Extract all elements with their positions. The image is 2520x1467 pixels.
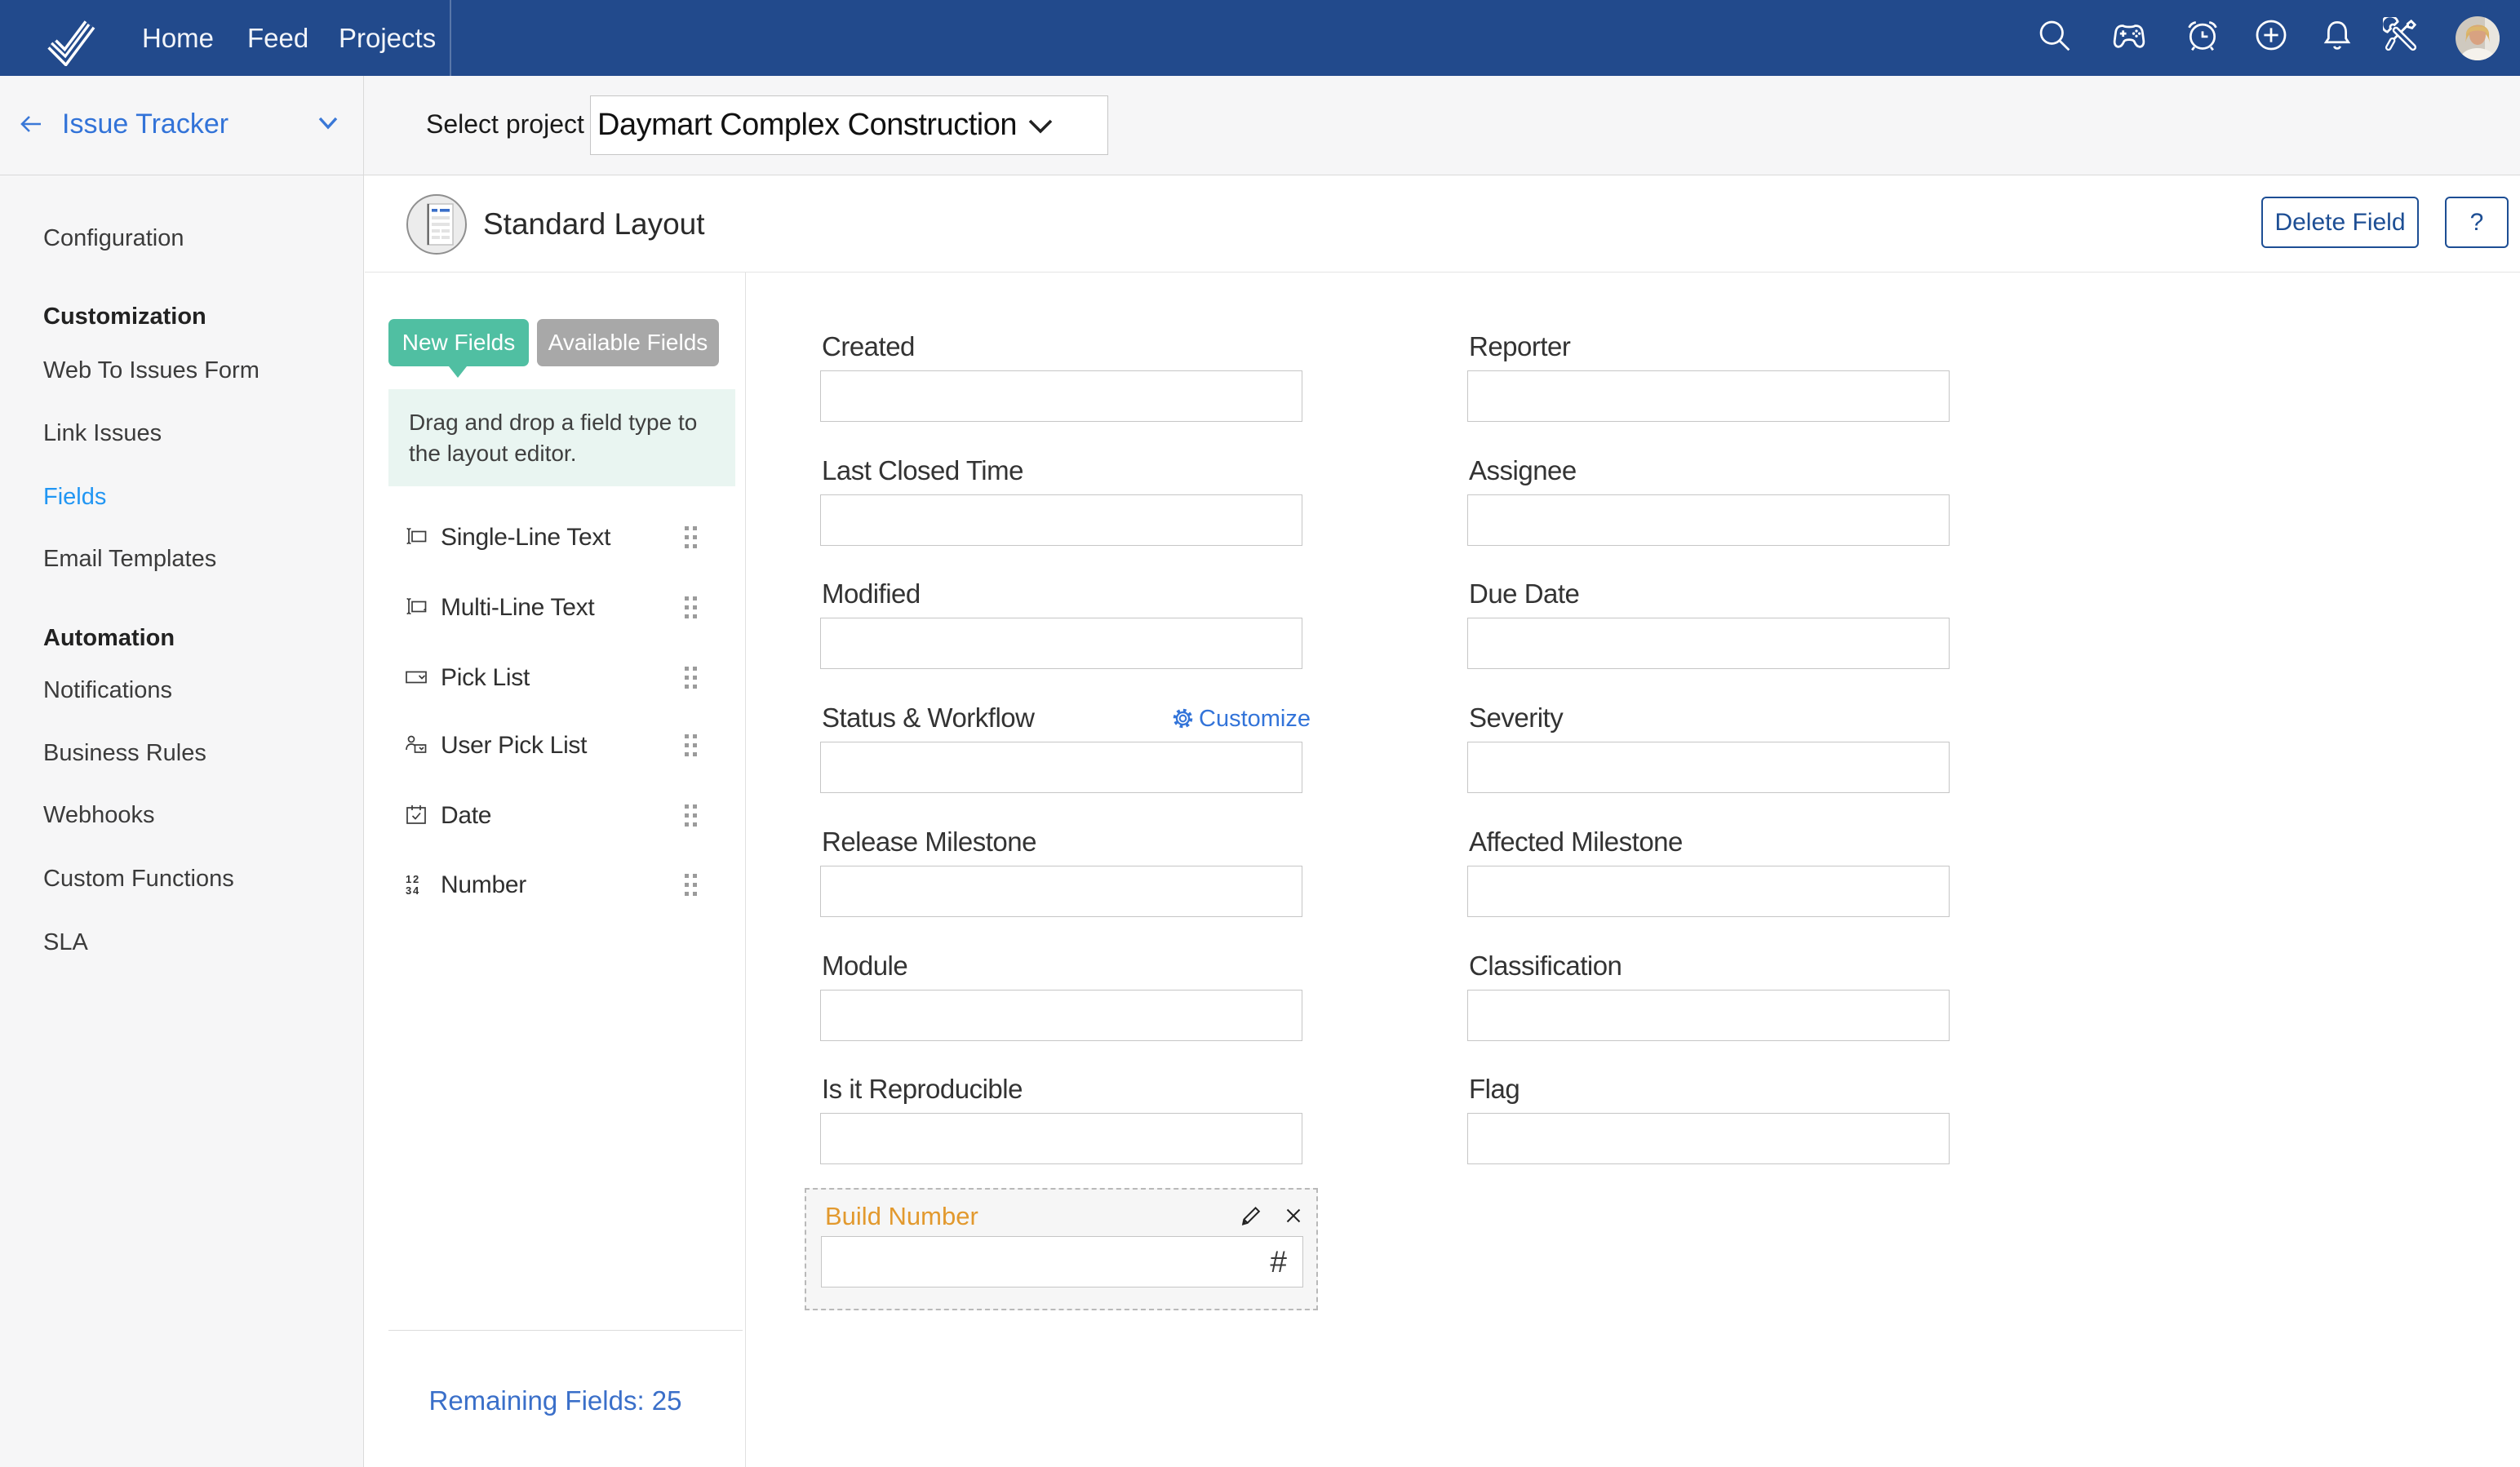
svg-text:2: 2	[413, 873, 419, 885]
svg-text:3: 3	[406, 884, 411, 897]
svg-text:1: 1	[406, 873, 411, 885]
svg-text:4: 4	[413, 884, 419, 897]
